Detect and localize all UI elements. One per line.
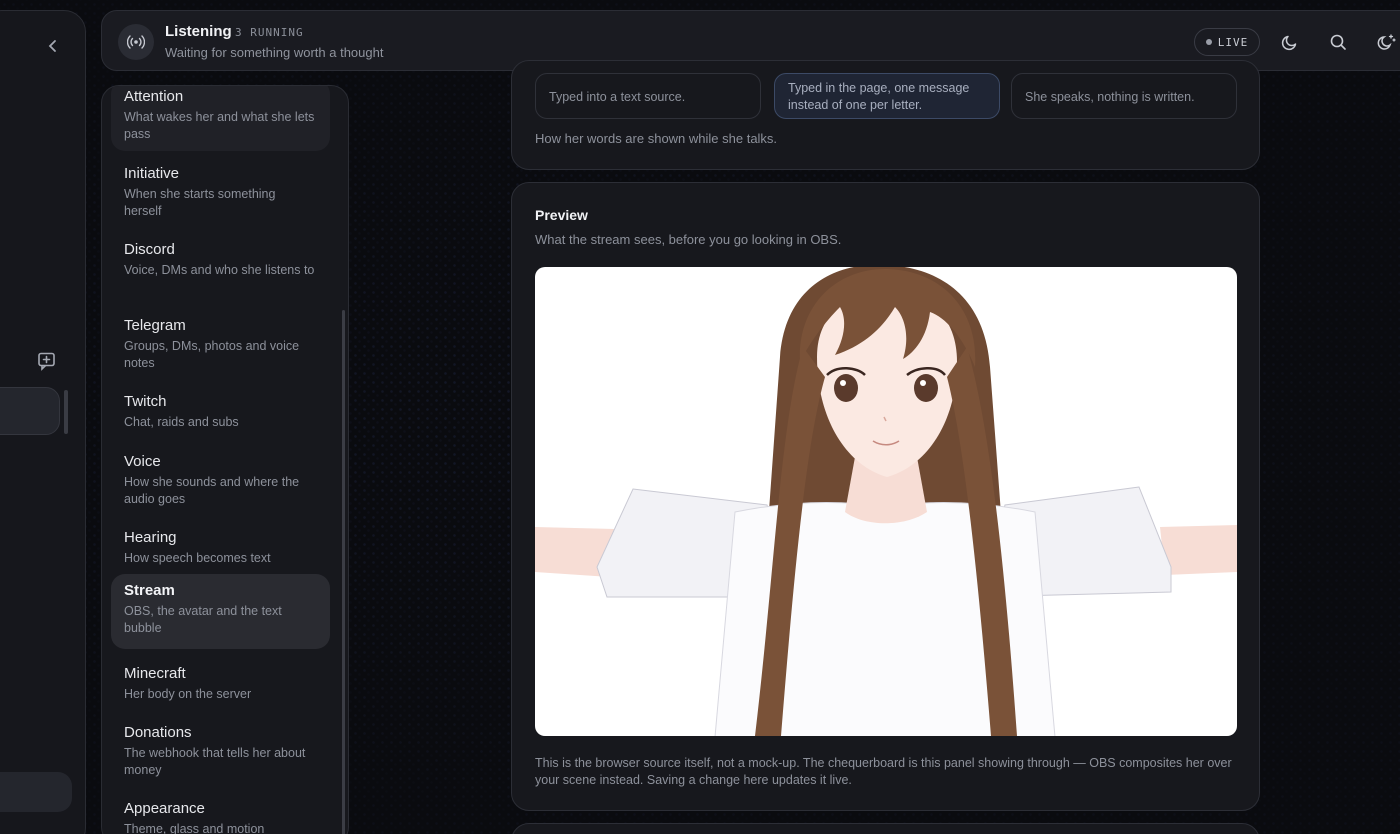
sidebar-item-initiative[interactable]: Initiative When she starts something her… bbox=[111, 157, 330, 228]
sidebar-item-voice[interactable]: Voice How she sounds and where the audio… bbox=[111, 445, 330, 516]
theme-sparkle-icon[interactable] bbox=[1375, 30, 1399, 54]
nav-title: Telegram bbox=[124, 317, 186, 334]
sidebar-item-donations[interactable]: Donations The webhook that tells her abo… bbox=[111, 716, 330, 787]
option-desc: She speaks, nothing is written. bbox=[1025, 90, 1195, 104]
sidebar-item-hearing[interactable]: Hearing How speech becomes text bbox=[111, 521, 330, 575]
nav-title: Attention bbox=[124, 88, 184, 105]
nav-desc: How speech becomes text bbox=[124, 551, 271, 565]
nav-title: Stream bbox=[124, 582, 175, 599]
sidebar-item-minecraft[interactable]: Minecraft Her body on the server bbox=[111, 657, 330, 711]
nav-title: Appearance bbox=[124, 800, 205, 817]
chevron-left-icon[interactable] bbox=[41, 34, 65, 58]
nav-title: Initiative bbox=[124, 165, 180, 182]
avatar-illustration bbox=[535, 267, 1237, 736]
option-desc: Typed in the page, one message instead o… bbox=[788, 81, 970, 112]
rail-scrollbar[interactable] bbox=[64, 390, 68, 434]
nav-title: Voice bbox=[124, 453, 161, 470]
sidebar-item-telegram[interactable]: Telegram Groups, DMs, photos and voice n… bbox=[111, 309, 330, 380]
sidebar-item-attention[interactable]: Attention What wakes her and what she le… bbox=[111, 86, 330, 151]
nav-desc: When she starts something herself bbox=[124, 187, 276, 218]
option-page-bubble[interactable]: Typed in the page, one message instead o… bbox=[774, 73, 1000, 119]
broadcast-icon bbox=[118, 24, 154, 60]
nav-desc: The webhook that tells her about money bbox=[124, 746, 306, 777]
rail-bottom-item[interactable] bbox=[0, 772, 72, 812]
nav-desc: How she sounds and where the audio goes bbox=[124, 475, 300, 506]
sidebar-item-discord[interactable]: Discord Voice, DMs and who she listens t… bbox=[111, 233, 330, 287]
preview-footnote: This is the browser source itself, not a… bbox=[535, 756, 1232, 787]
preview-title: Preview bbox=[535, 207, 588, 223]
text-display-panel: Typed into a text source. Typed in the p… bbox=[511, 60, 1260, 170]
nav-title: Donations bbox=[124, 724, 192, 741]
preview-panel: Preview What the stream sees, before you… bbox=[511, 182, 1260, 811]
new-chat-icon[interactable] bbox=[37, 351, 61, 375]
sidebar-scrollbar[interactable] bbox=[342, 310, 345, 834]
preview-subtitle: What the stream sees, before you go look… bbox=[535, 232, 842, 247]
status-title: Listening bbox=[165, 23, 232, 40]
option-desc: Typed into a text source. bbox=[549, 90, 686, 104]
nav-desc: What wakes her and what she lets pass bbox=[124, 110, 315, 141]
search-icon[interactable] bbox=[1326, 30, 1350, 54]
nav-desc: Theme, glass and motion bbox=[124, 822, 265, 834]
option-voice-only[interactable]: She speaks, nothing is written. bbox=[1011, 73, 1237, 119]
rail-active-item[interactable] bbox=[0, 387, 60, 435]
panel-note: How her words are shown while she talks. bbox=[535, 131, 778, 146]
nav-title: Discord bbox=[124, 241, 175, 258]
live-label: LIVE bbox=[1217, 35, 1249, 49]
next-panel bbox=[511, 823, 1260, 834]
live-badge[interactable]: LIVE bbox=[1194, 28, 1260, 56]
option-text-source[interactable]: Typed into a text source. bbox=[535, 73, 761, 119]
sidebar-item-twitch[interactable]: Twitch Chat, raids and subs bbox=[111, 385, 330, 439]
avatar-preview[interactable] bbox=[535, 267, 1237, 736]
text-display-body: Typed into a text source. Typed in the p… bbox=[512, 73, 1259, 169]
sidebar-item-appearance[interactable]: Appearance Theme, glass and motion bbox=[111, 792, 330, 834]
sidebar-item-stream[interactable]: Stream OBS, the avatar and the text bubb… bbox=[111, 574, 330, 649]
nav-desc: Her body on the server bbox=[124, 687, 252, 701]
nav-desc: Voice, DMs and who she listens to bbox=[124, 263, 315, 277]
nav-title: Minecraft bbox=[124, 665, 186, 682]
status-subtitle: Waiting for something worth a thought bbox=[165, 45, 384, 60]
settings-sidebar: Attention What wakes her and what she le… bbox=[101, 85, 349, 834]
nav-desc: OBS, the avatar and the text bubble bbox=[124, 604, 282, 635]
running-count: 3 RUNNING bbox=[235, 26, 304, 39]
moon-icon[interactable] bbox=[1278, 30, 1302, 54]
nav-title: Hearing bbox=[124, 529, 177, 546]
live-dot-icon bbox=[1205, 39, 1212, 45]
nav-desc: Groups, DMs, photos and voice notes bbox=[124, 339, 300, 370]
nav-title: Twitch bbox=[124, 393, 167, 410]
nav-desc: Chat, raids and subs bbox=[124, 415, 239, 429]
